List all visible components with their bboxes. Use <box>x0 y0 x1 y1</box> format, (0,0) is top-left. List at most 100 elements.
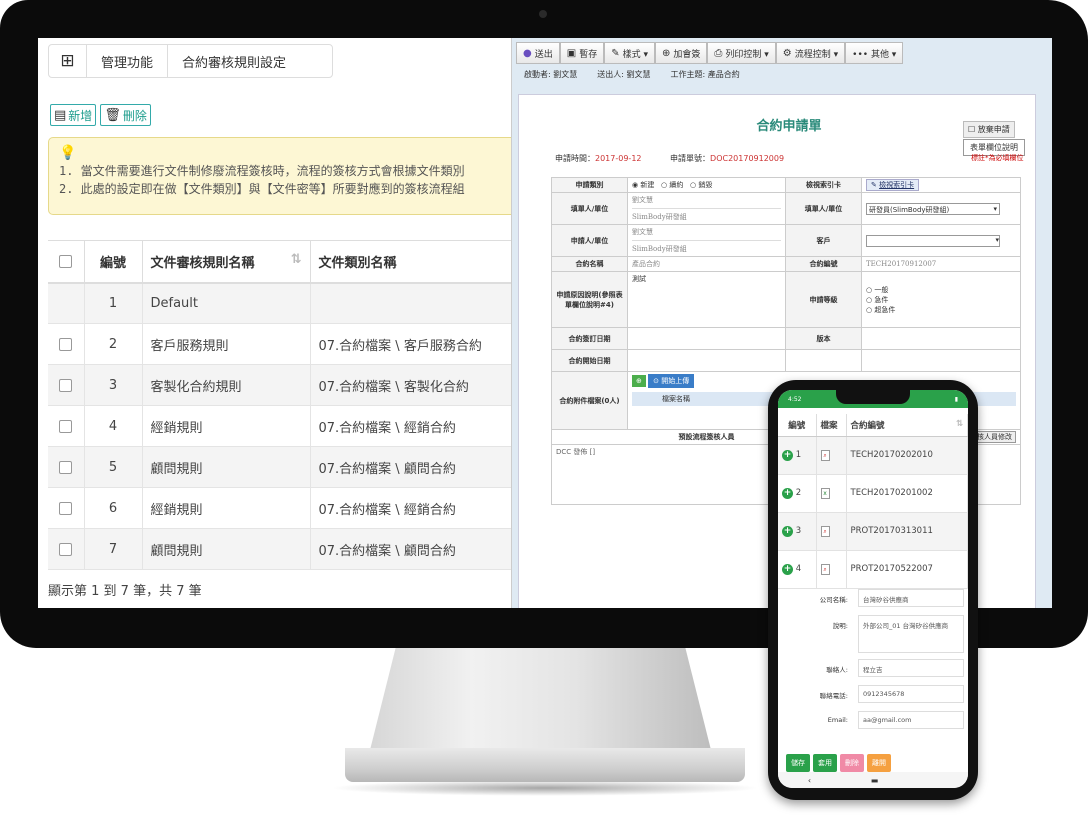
table-row[interactable]: 5 顧問規則 07.合約檔案 \ 顧問合約 <box>48 446 511 488</box>
column-header-category[interactable]: 文件類別名稱 <box>310 240 511 284</box>
breadcrumb: ⊞ 管理功能 合約審核規則設定 <box>48 44 333 78</box>
leave-button[interactable]: 離開 <box>867 754 891 772</box>
excel-file-icon[interactable]: x <box>820 487 830 499</box>
row-category: 07.合約檔案 \ 客戶服務合約 <box>310 323 511 365</box>
start-date-input[interactable] <box>627 349 786 372</box>
email-field[interactable]: aa@gmail.com <box>858 711 964 729</box>
company-label: 公司名稱: <box>819 596 848 604</box>
pdf-file-icon[interactable]: ⌕ <box>820 563 830 575</box>
expand-icon[interactable]: + <box>782 563 793 575</box>
contract-code: TECH20170202010 <box>846 436 968 475</box>
form-no: DOC20170912009 <box>710 154 785 163</box>
list-item[interactable]: + 3 ⌕ PROT20170313011 <box>778 512 968 551</box>
row-checkbox[interactable] <box>48 364 85 406</box>
upload-button[interactable]: ⊙ 開始上傳 <box>648 374 695 388</box>
delete-button[interactable]: 刪除 <box>840 754 864 772</box>
row-rule-name[interactable]: 經銷規則 <box>142 405 311 447</box>
column-header-no[interactable]: 編號 <box>84 240 143 284</box>
submit-button[interactable]: ● 送出 <box>516 42 560 64</box>
pdf-file-icon[interactable]: ⌕ <box>820 449 830 461</box>
subject: 工作主題: 產品合約 <box>670 70 740 79</box>
desc-field[interactable]: 外部公司_01 台灣矽谷供應商 <box>858 615 964 653</box>
back-icon[interactable]: ‹ <box>808 776 811 785</box>
info-note: 💡 1. 當文件需要進行文件制修廢流程簽核時，流程的簽核方式會根據文件類別 2.… <box>48 137 511 215</box>
apply-time: 2017-09-12 <box>595 154 642 163</box>
company-field[interactable]: 台灣矽谷供應商 <box>858 589 964 607</box>
flow-menu[interactable]: ⚙ 流程控制 ▾ <box>775 42 846 64</box>
expand-icon[interactable]: + <box>782 525 793 537</box>
column-header-no[interactable]: 編號 <box>778 414 817 437</box>
monitor-stand-shadow <box>330 780 760 796</box>
expand-icon[interactable]: + <box>782 487 793 499</box>
reason-textarea[interactable]: 測試 <box>627 271 786 328</box>
row-checkbox[interactable] <box>48 528 85 570</box>
index-card-cell: ✎ 檢視索引卡 <box>861 177 1021 193</box>
apply-button[interactable]: 套用 <box>813 754 837 772</box>
sign-date-input[interactable] <box>627 327 786 350</box>
reason-label: 申請原因說明(參照表單欄位說明#4) <box>551 271 628 328</box>
row-rule-name[interactable]: Default <box>142 282 311 324</box>
abandon-checkbox[interactable]: ☐ 放棄申請 <box>963 121 1015 138</box>
table-row[interactable]: 4 經銷規則 07.合約檔案 \ 經銷合約 <box>48 405 511 447</box>
sitemap-icon[interactable]: ⊞ <box>49 45 87 77</box>
row-rule-name[interactable]: 顧問規則 <box>142 446 311 488</box>
rules-pane: ⊞ 管理功能 合約審核規則設定 ▤ 新增 🗑 刪除 💡 1. 當文件需要進行文件制修… <box>38 38 512 608</box>
row-rule-name[interactable]: 客戶服務規則 <box>142 323 311 365</box>
level-radios[interactable]: ○ 一般 ○ 急件 ○ 超急件 <box>861 271 1021 328</box>
select-all-checkbox[interactable] <box>48 240 85 284</box>
home-icon[interactable]: ▬ <box>871 776 879 785</box>
add-button[interactable]: ▤ 新增 <box>50 104 97 126</box>
other-menu[interactable]: ••• 其他 ▾ <box>845 42 904 64</box>
row-no: 4 <box>84 405 143 447</box>
row-checkbox[interactable] <box>48 487 85 529</box>
contract-code: PROT20170522007 <box>846 550 968 589</box>
row-rule-name[interactable]: 經銷規則 <box>142 487 311 529</box>
list-item[interactable]: + 1 ⌕ TECH20170202010 <box>778 436 968 475</box>
column-header-file[interactable]: 檔案 <box>816 414 847 437</box>
list-item[interactable]: + 2 x TECH20170201002 <box>778 474 968 513</box>
contact-field[interactable]: 程立吉 <box>858 659 964 677</box>
row-checkbox[interactable] <box>48 323 85 365</box>
save-button[interactable]: 儲存 <box>786 754 810 772</box>
sort-icon[interactable]: ⇅ <box>291 252 302 267</box>
table-row[interactable]: 2 客戶服務規則 07.合約檔案 \ 客戶服務合約 <box>48 323 511 365</box>
apply-info: 申請時間：2017-09-12 申請單號：DOC20170912009 <box>555 154 785 163</box>
paperclip-icon: ✎ <box>871 181 877 189</box>
table-row[interactable]: 7 顧問規則 07.合約檔案 \ 顧問合約 <box>48 528 511 570</box>
customer-select[interactable]: ▾ <box>861 224 1021 257</box>
expand-icon[interactable]: + <box>782 449 793 461</box>
print-menu[interactable]: ⎙ 列印控制 ▾ <box>707 42 776 64</box>
row-checkbox[interactable] <box>48 446 85 488</box>
save-draft-button[interactable]: ▣ 暫存 <box>559 42 605 64</box>
note-line-1: 1. 當文件需要進行文件制修廢流程簽核時，流程的簽核方式會根據文件類別 <box>59 164 465 178</box>
add-countersign-button[interactable]: ⊕ 加會簽 <box>655 42 708 64</box>
add-file-button[interactable]: ⊕ <box>632 375 646 387</box>
table-row[interactable]: 1 Default <box>48 282 511 324</box>
version-input[interactable] <box>861 327 1021 350</box>
category-radios[interactable]: ◉ 新建 ○ 續約 ○ 銷毀 <box>627 177 786 193</box>
row-rule-name[interactable]: 顧問規則 <box>142 528 311 570</box>
row-checkbox[interactable] <box>48 405 85 447</box>
style-menu[interactable]: ✎ 樣式 ▾ <box>604 42 655 64</box>
breadcrumb-admin[interactable]: 管理功能 <box>87 45 169 77</box>
form-toolbar: ● 送出 ▣ 暫存 ✎ 樣式 ▾ ⊕ 加會簽 ⎙ 列印控制 ▾ ⚙ 流程控制 ▾ ••• 其… <box>516 42 904 66</box>
required-note: 標註*為必填欄位 <box>971 154 1024 162</box>
pdf-file-icon[interactable]: ⌕ <box>820 525 830 537</box>
delete-button[interactable]: 🗑 刪除 <box>100 104 151 126</box>
index-card-label: 檢視索引卡 <box>785 177 862 193</box>
column-header-code[interactable]: 合約編號 ⇅ <box>846 414 968 437</box>
breadcrumb-current: 合約審核規則設定 <box>182 55 287 71</box>
phone-field[interactable]: 0912345678 <box>858 685 964 703</box>
list-item[interactable]: + 4 ⌕ PROT20170522007 <box>778 550 968 589</box>
row-category: 07.合約檔案 \ 客製化合約 <box>310 364 511 406</box>
index-card-button[interactable]: ✎ 檢視索引卡 <box>866 179 920 191</box>
row-rule-name[interactable]: 客製化合約規則 <box>142 364 311 406</box>
row-category: 07.合約檔案 \ 顧問合約 <box>310 528 511 570</box>
filler-unit-select[interactable]: 研發員(SlimBody研發組) ▾ <box>861 192 1021 225</box>
action-toolbar: ▤ 新增 🗑 刪除 <box>50 104 151 126</box>
trash-icon: 🗑 <box>104 107 121 123</box>
table-row[interactable]: 6 經銷規則 07.合約檔案 \ 經銷合約 <box>48 487 511 529</box>
column-header-rule-name[interactable]: 文件審核規則名稱 ⇅ <box>142 240 311 284</box>
table-row[interactable]: 3 客製化合約規則 07.合約檔案 \ 客製化合約 <box>48 364 511 406</box>
empty-cell <box>861 349 1021 372</box>
